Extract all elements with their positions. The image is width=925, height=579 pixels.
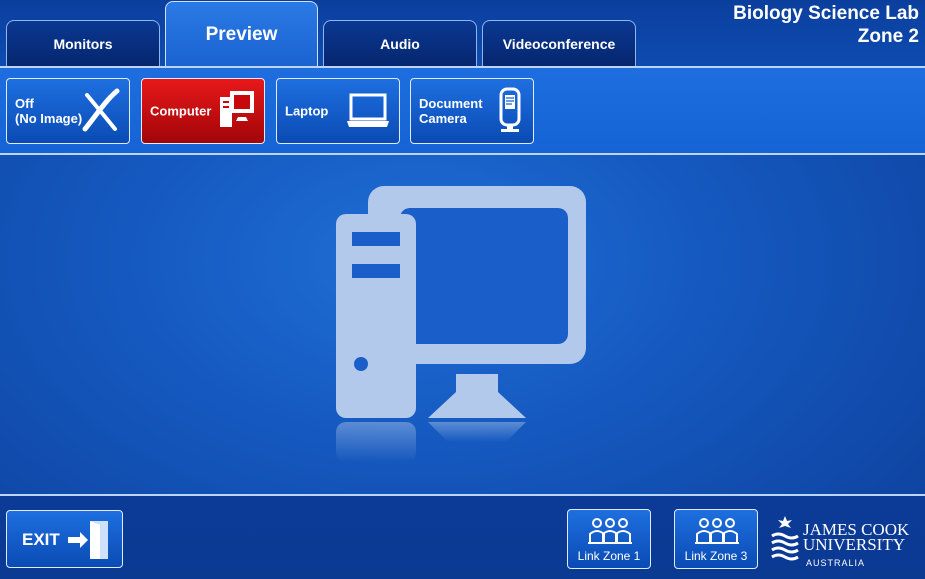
source-label: Off (No Image) xyxy=(15,96,83,126)
exit-button[interactable]: EXIT xyxy=(6,510,123,568)
exit-door-icon xyxy=(68,521,108,559)
logo-line-2: UNIVERSITY xyxy=(803,535,905,554)
link-zone-3-button[interactable]: Link Zone 3 xyxy=(674,509,758,569)
source-laptop-button[interactable]: Laptop xyxy=(276,78,400,144)
source-computer-button[interactable]: Computer xyxy=(141,78,265,144)
tab-videoconference[interactable]: Videoconference xyxy=(482,20,636,67)
tab-label: Monitors xyxy=(53,36,113,52)
x-icon xyxy=(82,88,120,132)
exit-label: EXIT xyxy=(22,530,60,549)
people-icon xyxy=(588,518,632,544)
link-zone-label: Link Zone 3 xyxy=(684,549,748,563)
source-document-camera-button[interactable]: Document Camera xyxy=(410,78,534,144)
source-label: Laptop xyxy=(285,103,329,119)
source-label: Computer xyxy=(150,103,212,119)
tab-preview[interactable]: Preview xyxy=(165,1,318,68)
tab-label: Audio xyxy=(380,36,420,52)
page-title: Biology Science Lab Zone 2 xyxy=(733,2,919,48)
people-icon xyxy=(695,518,739,544)
tab-label: Videoconference xyxy=(502,36,616,52)
zone-name: Zone 2 xyxy=(857,26,919,47)
tab-monitors[interactable]: Monitors xyxy=(6,20,160,67)
tab-label: Preview xyxy=(205,24,278,45)
source-label: Document Camera xyxy=(419,96,483,126)
logo-line-3: AUSTRALIA xyxy=(806,558,866,568)
laptop-icon xyxy=(347,93,389,127)
source-off-button[interactable]: Off (No Image) xyxy=(6,78,130,144)
document-camera-icon xyxy=(499,87,521,132)
tab-audio[interactable]: Audio xyxy=(323,20,477,67)
divider xyxy=(0,153,925,155)
computer-icon xyxy=(220,91,254,127)
crest-icon xyxy=(771,516,799,561)
preview-computer-icon xyxy=(336,186,586,462)
link-zone-label: Link Zone 1 xyxy=(577,549,641,563)
link-zone-1-button[interactable]: Link Zone 1 xyxy=(567,509,651,569)
room-name: Biology Science Lab xyxy=(733,3,919,24)
